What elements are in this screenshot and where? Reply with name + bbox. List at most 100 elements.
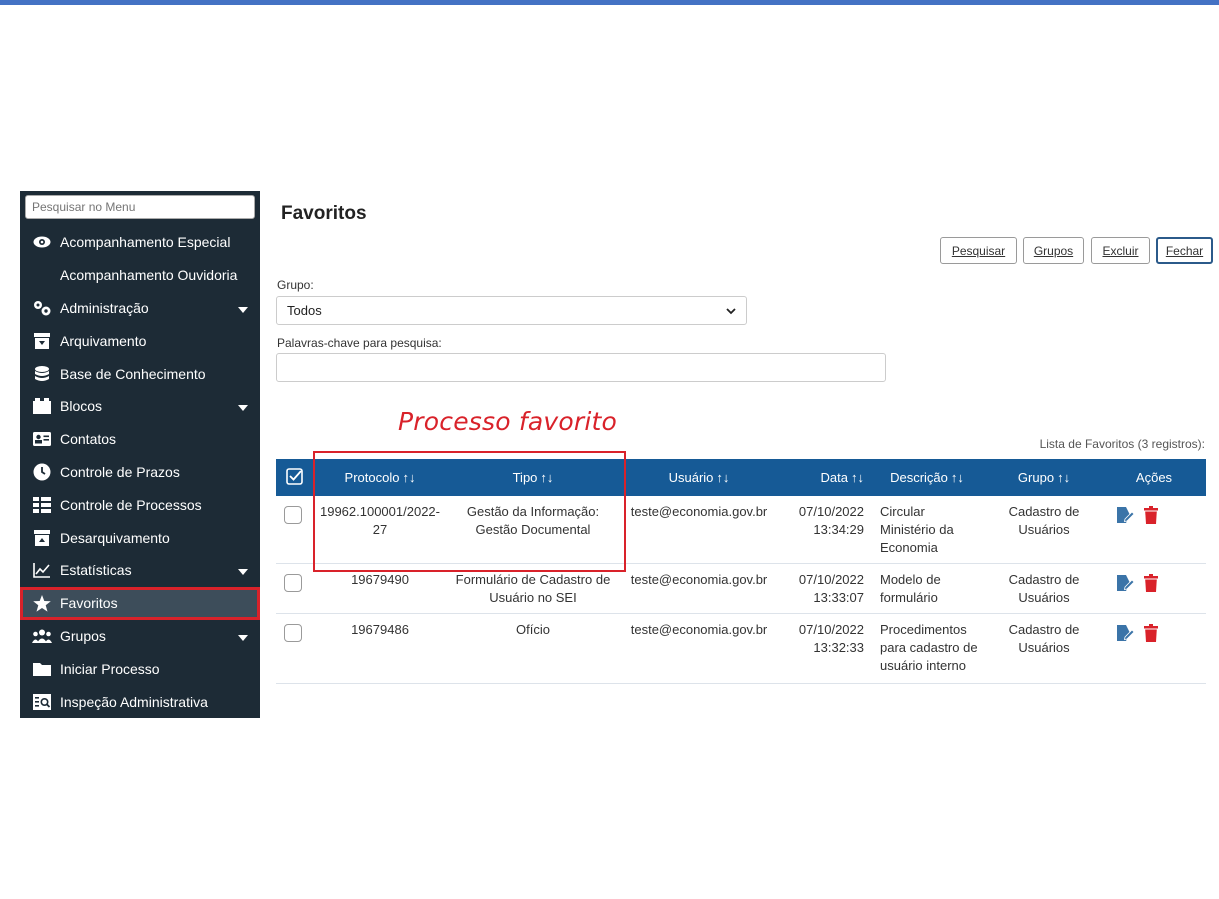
- grupo-select[interactable]: Todos: [276, 296, 747, 325]
- sidebar-item-label: Acompanhamento Ouvidoria: [60, 267, 238, 284]
- contact-card-icon: [32, 429, 52, 449]
- sidebar-item-arquivamento[interactable]: Arquivamento: [20, 324, 260, 357]
- sidebar-item-contatos[interactable]: Contatos: [20, 423, 260, 456]
- row-checkbox[interactable]: [284, 624, 302, 642]
- sidebar-item-label: Favoritos: [60, 595, 118, 612]
- chevron-down-icon: [726, 303, 736, 318]
- caret-down-icon: [238, 398, 248, 414]
- sidebar-item-label: Controle de Prazos: [60, 463, 180, 480]
- data-cell: 07/10/2022 13:33:07: [798, 572, 864, 605]
- sidebar-item-label: Grupos: [60, 627, 106, 644]
- sidebar-item-label: Controle de Processos: [60, 496, 202, 513]
- eye-icon: [32, 232, 52, 252]
- annotation-label: Processo favorito: [398, 407, 618, 436]
- chart-line-icon: [32, 560, 52, 580]
- sidebar-item-label: Iniciar Processo: [60, 660, 160, 677]
- clock-icon: [32, 462, 52, 482]
- usuario-cell: teste@economia.gov.br: [630, 504, 768, 519]
- col-descricao[interactable]: Descrição ↑↓: [868, 459, 986, 496]
- archive-icon: [32, 331, 52, 351]
- favorites-table: Protocolo ↑↓ Tipo ↑↓ Usuário ↑↓ Data ↑↓ Desc…: [276, 459, 1206, 684]
- top-accent-bar: [0, 0, 1219, 5]
- sidebar-item-favoritos[interactable]: Favoritos: [20, 586, 260, 620]
- sidebar-item-controle-de-processos[interactable]: Controle de Processos: [20, 488, 260, 521]
- descricao-cell: Procedimentos para cadastro de usuário i…: [880, 622, 978, 673]
- sidebar-item-label: Contatos: [60, 431, 117, 448]
- table-header-row: Protocolo ↑↓ Tipo ↑↓ Usuário ↑↓ Data ↑↓ Desc…: [276, 459, 1206, 496]
- grupo-select-value: Todos: [287, 303, 322, 318]
- actions-cell: [1102, 614, 1206, 684]
- sidebar-item-iniciar-processo[interactable]: Iniciar Processo: [20, 652, 260, 685]
- sidebar-item-label: Administração: [60, 299, 149, 316]
- col-usuario[interactable]: Usuário ↑↓: [618, 459, 780, 496]
- sidebar-item-grupos[interactable]: Grupos: [20, 620, 260, 653]
- protocolo-link[interactable]: 19962.100001/2022-27: [312, 496, 448, 564]
- select-all-cell[interactable]: [276, 459, 312, 496]
- sidebar-item-administracao[interactable]: Administração: [20, 292, 260, 325]
- sidebar-item-label: Desarquivamento: [60, 529, 170, 546]
- grupo-cell: Cadastro de Usuários: [1008, 572, 1080, 605]
- keywords-input[interactable]: [276, 353, 886, 382]
- sort-icon[interactable]: ↑↓: [716, 470, 729, 485]
- sidebar-item-label: Acompanhamento Especial: [60, 234, 231, 251]
- col-tipo[interactable]: Tipo ↑↓: [448, 459, 618, 496]
- keywords-label: Palavras-chave para pesquisa:: [277, 336, 442, 350]
- fechar-button[interactable]: Fechar: [1156, 237, 1213, 264]
- row-checkbox[interactable]: [284, 506, 302, 524]
- sidebar-item-blocos[interactable]: Blocos: [20, 390, 260, 423]
- pesquisar-button[interactable]: Pesquisar: [940, 237, 1017, 264]
- actions-cell: [1102, 564, 1206, 614]
- edit-icon[interactable]: [1116, 574, 1135, 597]
- sort-icon[interactable]: ↑↓: [1057, 470, 1070, 485]
- list-icon: [32, 495, 52, 515]
- tipo-cell: Formulário de Cadastro de Usuário no SEI: [455, 572, 611, 605]
- check-all-icon[interactable]: [285, 467, 303, 488]
- page-title: Favoritos: [281, 203, 367, 224]
- sidebar-item-inspecao-administrativa[interactable]: Inspeção Administrativa: [20, 685, 260, 718]
- descricao-cell: Circular Ministério da Economia: [880, 504, 954, 555]
- actions-cell: [1102, 496, 1206, 564]
- protocolo-link[interactable]: 19679486: [312, 614, 448, 684]
- sidebar-item-estatisticas[interactable]: Estatísticas: [20, 554, 260, 587]
- col-data[interactable]: Data ↑↓: [780, 459, 868, 496]
- sidebar-item-acompanhamento-especial[interactable]: Acompanhamento Especial: [20, 226, 260, 259]
- menu-list: Acompanhamento Especial Acompanhamento O…: [20, 226, 260, 718]
- list-caption: Lista de Favoritos (3 registros):: [1039, 437, 1205, 451]
- users-icon: [32, 626, 52, 646]
- tipo-cell: Gestão da Informação: Gestão Documental: [466, 504, 600, 537]
- gears-icon: [32, 298, 52, 318]
- edit-icon[interactable]: [1116, 506, 1135, 529]
- sidebar-item-label: Blocos: [60, 398, 103, 415]
- sidebar-item-label: Base de Conhecimento: [60, 365, 206, 382]
- sort-icon[interactable]: ↑↓: [851, 470, 864, 485]
- caret-down-icon: [238, 628, 248, 644]
- caret-down-icon: [238, 562, 248, 578]
- excluir-button[interactable]: Excluir: [1091, 237, 1150, 264]
- grupos-button[interactable]: Grupos: [1023, 237, 1084, 264]
- protocolo-link[interactable]: 19679490: [312, 564, 448, 614]
- delete-icon[interactable]: [1144, 624, 1158, 647]
- sidebar-item-desarquivamento[interactable]: Desarquivamento: [20, 521, 260, 554]
- grupo-cell: Cadastro de Usuários: [1008, 622, 1080, 655]
- sidebar-menu: Acompanhamento Especial Acompanhamento O…: [20, 191, 260, 718]
- edit-icon[interactable]: [1116, 624, 1135, 647]
- sort-icon[interactable]: ↑↓: [402, 470, 415, 485]
- star-icon: [32, 593, 52, 613]
- grupo-label: Grupo:: [277, 278, 314, 292]
- sort-icon[interactable]: ↑↓: [540, 470, 553, 485]
- row-checkbox[interactable]: [284, 574, 302, 592]
- menu-search-input[interactable]: [25, 195, 255, 219]
- sidebar-item-base-de-conhecimento[interactable]: Base de Conhecimento: [20, 357, 260, 390]
- col-grupo[interactable]: Grupo ↑↓: [986, 459, 1102, 496]
- inspection-icon: [32, 692, 52, 712]
- sort-icon[interactable]: ↑↓: [951, 470, 964, 485]
- sidebar-item-acompanhamento-ouvidoria[interactable]: Acompanhamento Ouvidoria: [20, 259, 260, 292]
- col-acoes: Ações: [1102, 459, 1206, 496]
- col-protocolo[interactable]: Protocolo ↑↓: [312, 459, 448, 496]
- tipo-cell: Ofício: [516, 622, 550, 637]
- delete-icon[interactable]: [1144, 506, 1158, 529]
- folder-icon: [32, 659, 52, 679]
- delete-icon[interactable]: [1144, 574, 1158, 597]
- data-cell: 07/10/2022 13:34:29: [798, 504, 864, 537]
- sidebar-item-controle-de-prazos[interactable]: Controle de Prazos: [20, 456, 260, 489]
